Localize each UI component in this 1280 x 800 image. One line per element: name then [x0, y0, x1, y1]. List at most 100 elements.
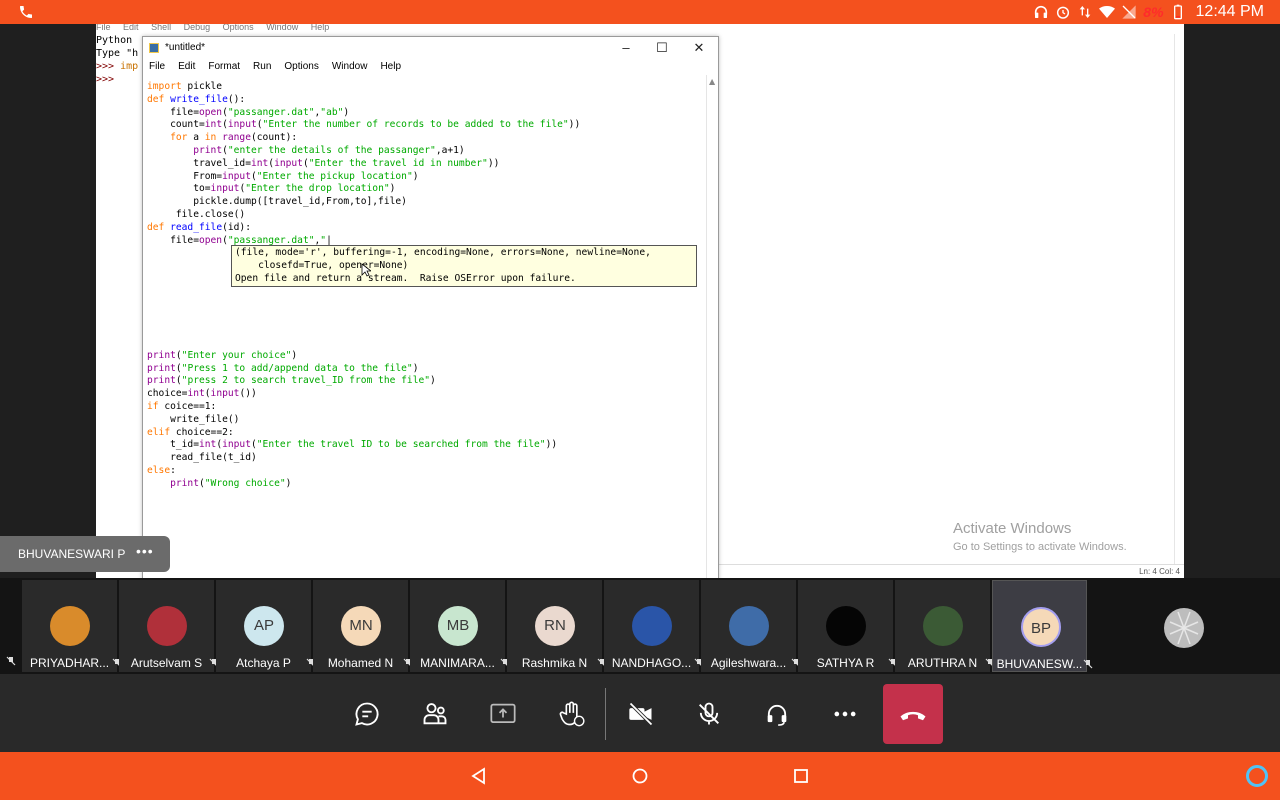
- participant-tile[interactable]: Arutselvam S: [119, 580, 219, 672]
- shared-screen[interactable]: File Edit Shell Debug Options Window Hel…: [96, 24, 1184, 578]
- mic-toggle-button[interactable]: [689, 694, 729, 734]
- battery-icon: [1173, 4, 1182, 20]
- more-options-button[interactable]: [825, 694, 865, 734]
- editor-titlebar[interactable]: *untitled* – ☐ ✕: [143, 37, 718, 59]
- menu-edit[interactable]: Edit: [178, 61, 195, 75]
- participant-name: SATHYA R: [816, 656, 875, 670]
- participants-button[interactable]: [415, 694, 455, 734]
- participant-tile[interactable]: AP Atchaya P: [216, 580, 316, 672]
- menu-format[interactable]: Format: [208, 61, 240, 75]
- participant-name: PRIYADHAR...: [29, 656, 110, 670]
- shell-prompt: >>>: [96, 61, 121, 72]
- participant-photo: [923, 606, 963, 646]
- wifi-icon: [1099, 6, 1116, 18]
- mic-off-icon: [1083, 659, 1093, 669]
- menu-help[interactable]: Help: [380, 61, 401, 75]
- raise-hand-button[interactable]: [551, 694, 591, 734]
- data-arrows-icon: [1079, 6, 1091, 18]
- participant-name: Mohamed N: [327, 656, 394, 670]
- editor-scrollbar[interactable]: ▲: [706, 75, 718, 578]
- camera-off-icon: [629, 702, 653, 726]
- editor-title: *untitled*: [165, 42, 206, 53]
- activate-windows-watermark: Activate Windows Go to Settings to activ…: [953, 520, 1127, 553]
- more-options-icon[interactable]: •••: [136, 543, 154, 559]
- participant-photo: [147, 606, 187, 646]
- participant-name: BHUVANESW...: [996, 657, 1083, 671]
- mic-off-icon: [6, 656, 16, 666]
- headphones-icon: [1035, 5, 1048, 18]
- hang-up-icon: [900, 711, 926, 721]
- shell-menu-shell[interactable]: Shell: [151, 24, 171, 32]
- alarm-icon: [1057, 6, 1070, 19]
- python-shell-output: Python Type "h >>> imp >>>: [96, 34, 138, 86]
- scroll-up-icon[interactable]: ▲: [709, 77, 715, 86]
- chat-icon: [355, 702, 379, 726]
- participants-strip: PRIYADHAR... Arutselvam S AP Atchaya P MN Moh…: [0, 578, 1280, 674]
- participant-name: NANDHAGO...: [611, 656, 692, 670]
- signal-icon: [1122, 5, 1136, 19]
- calltip-line: closefd=True, opener=None): [235, 259, 409, 271]
- maximize-button[interactable]: ☐: [654, 40, 670, 56]
- participant-avatar: MN: [341, 606, 381, 646]
- shell-menu-window[interactable]: Window: [266, 24, 298, 32]
- participant-photo: [729, 606, 769, 646]
- participant-tile[interactable]: MN Mohamed N: [313, 580, 413, 672]
- shell-menu-edit[interactable]: Edit: [123, 24, 139, 32]
- menu-file[interactable]: File: [149, 61, 165, 75]
- calltip-tooltip: (file, mode='r', buffering=-1, encoding=…: [231, 245, 697, 287]
- share-screen-button[interactable]: [483, 694, 523, 734]
- people-icon: [423, 703, 447, 725]
- calltip-line: (file, mode='r', buffering=-1, encoding=…: [235, 247, 651, 258]
- participant-tile[interactable]: SATHYA R: [798, 580, 898, 672]
- shell-menu-debug[interactable]: Debug: [184, 24, 211, 32]
- close-button[interactable]: ✕: [691, 40, 707, 56]
- clock: 12:44 PM: [1195, 3, 1264, 20]
- menu-window[interactable]: Window: [332, 61, 368, 75]
- assistant-icon[interactable]: [1246, 765, 1268, 787]
- shell-menu-options[interactable]: Options: [223, 24, 254, 32]
- participant-tile[interactable]: PRIYADHAR...: [22, 580, 122, 672]
- shell-menu-help[interactable]: Help: [311, 24, 330, 32]
- participant-avatar: RN: [535, 606, 575, 646]
- camera-toggle-button[interactable]: [621, 694, 661, 734]
- participant-tile[interactable]: NANDHAGO...: [604, 580, 704, 672]
- watermark-title: Activate Windows: [953, 520, 1072, 537]
- recents-icon[interactable]: [791, 766, 811, 786]
- participant-avatar: BP: [1021, 607, 1061, 647]
- back-icon[interactable]: [469, 766, 489, 786]
- more-icon: [834, 711, 856, 717]
- idle-editor-window[interactable]: *untitled* – ☐ ✕ File Edit Format Run Op…: [142, 36, 719, 578]
- presenter-name-tag[interactable]: BHUVANESWARI P •••: [0, 536, 170, 572]
- battery-percent: 8%: [1143, 4, 1164, 20]
- python-icon: [149, 43, 159, 53]
- minimize-button[interactable]: –: [618, 40, 634, 56]
- participant-avatar: MB: [438, 606, 478, 646]
- participant-tile[interactable]: RN Rashmika N: [507, 580, 607, 672]
- share-screen-icon: [490, 703, 516, 724]
- shell-menu-file[interactable]: File: [96, 24, 111, 32]
- audio-options-button[interactable]: [757, 694, 797, 734]
- participant-overflow-tile[interactable]: [1136, 580, 1231, 672]
- participant-photo: [50, 606, 90, 646]
- calltip-line: Open file and return a stream. Raise OSE…: [235, 272, 576, 284]
- participant-tile[interactable]: Agileshwara...: [701, 580, 801, 672]
- participant-name: Rashmika N: [521, 656, 588, 670]
- participant-tile[interactable]: BP BHUVANESW...: [992, 580, 1093, 672]
- home-icon[interactable]: [630, 766, 650, 786]
- hang-up-button[interactable]: [883, 684, 943, 744]
- menu-run[interactable]: Run: [253, 61, 271, 75]
- shell-scrollbar[interactable]: [1174, 34, 1184, 564]
- participant-tile[interactable]: MB MANIMARA...: [410, 580, 510, 672]
- chat-button[interactable]: [347, 694, 387, 734]
- meeting-controls: [0, 674, 1280, 752]
- participant-photo: [826, 606, 866, 646]
- headset-icon: [767, 704, 787, 726]
- participant-tile[interactable]: ARUTHRA N: [895, 580, 995, 672]
- editor-menubar: File Edit Format Run Options Window Help: [143, 61, 718, 75]
- mic-off-icon: [699, 702, 719, 725]
- shell-status-bar: Ln: 4 Col: 4: [714, 564, 1184, 578]
- raise-hand-icon: [559, 701, 585, 727]
- shell-text: imp: [120, 61, 139, 72]
- menu-options[interactable]: Options: [284, 61, 318, 75]
- mouse-cursor-icon: [361, 263, 371, 277]
